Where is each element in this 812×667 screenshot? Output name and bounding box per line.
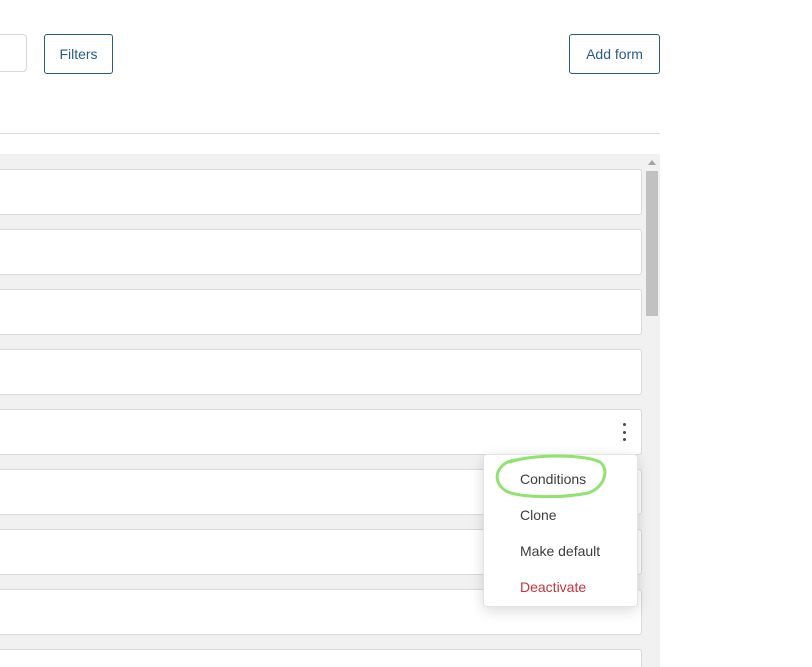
list-scrollbar[interactable] xyxy=(644,154,660,667)
menu-item-make-default[interactable]: Make default xyxy=(484,533,637,569)
triangle-up-icon xyxy=(648,159,656,165)
search-input[interactable] xyxy=(0,34,27,72)
list-row[interactable] xyxy=(0,649,642,667)
menu-item-conditions[interactable]: Conditions xyxy=(484,461,637,497)
list-row-active[interactable] xyxy=(0,409,642,455)
list-row[interactable] xyxy=(0,349,642,395)
add-form-button[interactable]: Add form xyxy=(569,34,660,74)
list-row[interactable] xyxy=(0,229,642,275)
list-row[interactable] xyxy=(0,169,642,215)
scroll-thumb[interactable] xyxy=(646,171,658,316)
list-row[interactable] xyxy=(0,289,642,335)
menu-item-clone[interactable]: Clone xyxy=(484,497,637,533)
header-divider xyxy=(0,133,660,134)
menu-item-deactivate[interactable]: Deactivate xyxy=(484,569,637,605)
kebab-vertical-icon[interactable] xyxy=(619,423,629,441)
filters-button[interactable]: Filters xyxy=(44,34,113,74)
row-actions-menu: Conditions Clone Make default Deactivate xyxy=(483,454,638,607)
forms-page: Filters Add form Conditions Clone Make d… xyxy=(0,0,812,667)
scroll-up-button[interactable] xyxy=(644,154,660,170)
